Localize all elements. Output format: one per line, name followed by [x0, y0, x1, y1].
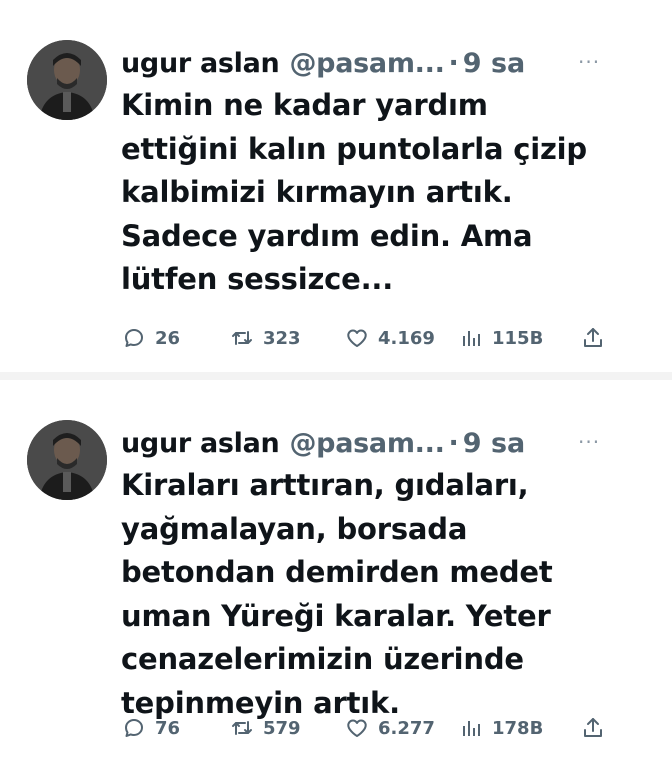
tweet-text-line: uman Yüreği karalar. Yeter: [121, 598, 551, 633]
retweet-count: 323: [263, 327, 301, 349]
retweet-button[interactable]: 579: [230, 713, 301, 743]
retweet-icon: [232, 721, 252, 735]
tweet-text-line: ettiğini kalın puntolarla çizip: [121, 131, 587, 166]
author-name[interactable]: ugur aslan: [121, 48, 280, 79]
action-bar: 76 579 6.277 178B: [0, 713, 672, 743]
action-bar: 26 323 4.169 115B: [0, 323, 672, 353]
reply-count: 26: [155, 327, 181, 349]
author-handle[interactable]: @pasam...: [289, 428, 444, 459]
tweet-header: ugur aslan @pasam... · 9 sa: [121, 41, 525, 85]
bar-chart-icon: [463, 331, 480, 346]
separator-dot: ·: [448, 427, 459, 459]
share-button[interactable]: [581, 713, 605, 743]
avatar[interactable]: [27, 420, 107, 500]
like-button[interactable]: 4.169: [345, 323, 435, 353]
heart-icon: [347, 719, 367, 737]
author-name[interactable]: ugur aslan: [121, 428, 280, 459]
tweet[interactable]: ugur aslan @pasam... · 9 sa ··· Kimin ne…: [0, 0, 672, 372]
share-icon: [584, 328, 602, 347]
view-count: 178B: [492, 717, 544, 739]
tweet-text-line: yağmalayan, borsada: [121, 511, 468, 546]
tweet-text-line: lütfen sessizce...: [121, 262, 394, 296]
share-button[interactable]: [581, 323, 605, 353]
reply-count: 76: [155, 717, 181, 739]
tweet-text: Kimin ne kadar yardım ettiğini kalın pun…: [121, 84, 661, 302]
speech-bubble-icon: [125, 329, 143, 347]
tweet-text-line: Kiraları arttıran, gıdaları,: [121, 468, 529, 502]
retweet-count: 579: [263, 717, 301, 739]
view-count: 115B: [492, 327, 544, 349]
reply-button[interactable]: 76: [122, 713, 180, 743]
tweet-text: Kiraları arttıran, gıdaları, yağmalayan,…: [121, 464, 661, 725]
avatar[interactable]: [27, 40, 107, 120]
bar-chart-icon: [463, 721, 480, 736]
like-button[interactable]: 6.277: [345, 713, 435, 743]
tweet-text-line: cenazelerimizin üzerinde: [121, 642, 524, 676]
views-button[interactable]: 115B: [459, 323, 543, 353]
speech-bubble-icon: [125, 719, 143, 737]
retweet-button[interactable]: 323: [230, 323, 301, 353]
share-icon: [584, 718, 602, 737]
heart-icon: [347, 329, 367, 347]
tweet-text-line: betondan demirden medet: [121, 555, 553, 589]
tweet-text-line: kalbimizi kırmayın artık.: [121, 175, 513, 209]
more-options-icon[interactable]: ···: [578, 430, 600, 454]
tweet-divider: [0, 372, 672, 380]
timestamp[interactable]: 9 sa: [463, 428, 525, 459]
retweet-icon: [232, 331, 252, 345]
reply-button[interactable]: 26: [122, 323, 180, 353]
timestamp[interactable]: 9 sa: [463, 48, 525, 79]
like-count: 4.169: [378, 327, 435, 349]
more-options-icon[interactable]: ···: [578, 50, 600, 74]
views-button[interactable]: 178B: [459, 713, 543, 743]
author-handle[interactable]: @pasam...: [289, 48, 444, 79]
tweet-text-line: Sadece yardım edin. Ama: [121, 218, 533, 253]
like-count: 6.277: [378, 717, 435, 739]
separator-dot: ·: [448, 47, 459, 79]
tweet-header: ugur aslan @pasam... · 9 sa: [121, 421, 525, 465]
tweet-text-line: Kimin ne kadar yardım: [121, 88, 488, 122]
tweet[interactable]: ugur aslan @pasam... · 9 sa ··· Kiraları…: [0, 380, 672, 758]
